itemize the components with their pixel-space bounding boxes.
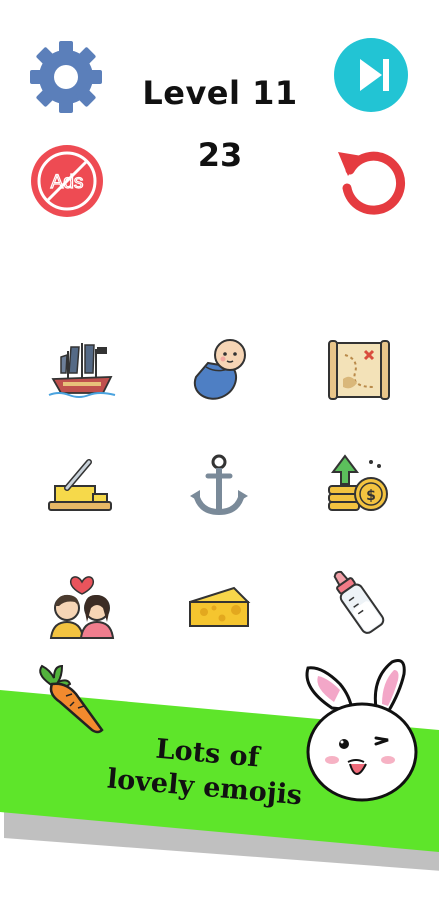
- restart-icon: [338, 151, 405, 215]
- carrot-icon: [39, 664, 104, 734]
- cheese-icon: [189, 586, 251, 627]
- gear-icon: [30, 41, 102, 113]
- grid-tile-bottle[interactable]: [321, 566, 395, 640]
- grid-tile-couple[interactable]: [45, 568, 119, 642]
- growing-coins-icon: $: [328, 454, 388, 511]
- grid-tile-coins[interactable]: $: [321, 450, 395, 524]
- anchor-icon: [190, 454, 248, 516]
- treasure-map-icon: [328, 340, 390, 400]
- couple-in-love-icon: [49, 576, 115, 639]
- svg-text:Ads: Ads: [51, 172, 84, 193]
- swaddled-baby-icon: [193, 339, 246, 400]
- baby-bottle-icon: [333, 570, 385, 634]
- level-counter: 23: [197, 136, 243, 174]
- butter-knife-icon: [48, 459, 112, 511]
- settings-button[interactable]: [27, 38, 105, 116]
- grid-tile-cheese[interactable]: [182, 568, 256, 642]
- grid-tile-treasure-map[interactable]: [321, 333, 395, 407]
- no-ads-icon: Ads: [31, 145, 103, 217]
- grid-tile-baby[interactable]: [182, 333, 256, 407]
- skip-forward-icon: [334, 38, 408, 112]
- remove-ads-button[interactable]: Ads: [30, 144, 104, 218]
- grid-tile-pirate-ship[interactable]: [45, 333, 119, 407]
- svg-text:$: $: [366, 488, 376, 504]
- level-title: Level 11: [142, 74, 298, 112]
- skip-level-button[interactable]: [333, 37, 409, 113]
- restart-button[interactable]: [334, 142, 412, 220]
- pirate-ship-icon: [48, 343, 116, 398]
- grid-tile-anchor[interactable]: [182, 450, 256, 524]
- promo-text: Lots of lovely emojis: [83, 727, 328, 816]
- grid-tile-butter[interactable]: [45, 452, 119, 526]
